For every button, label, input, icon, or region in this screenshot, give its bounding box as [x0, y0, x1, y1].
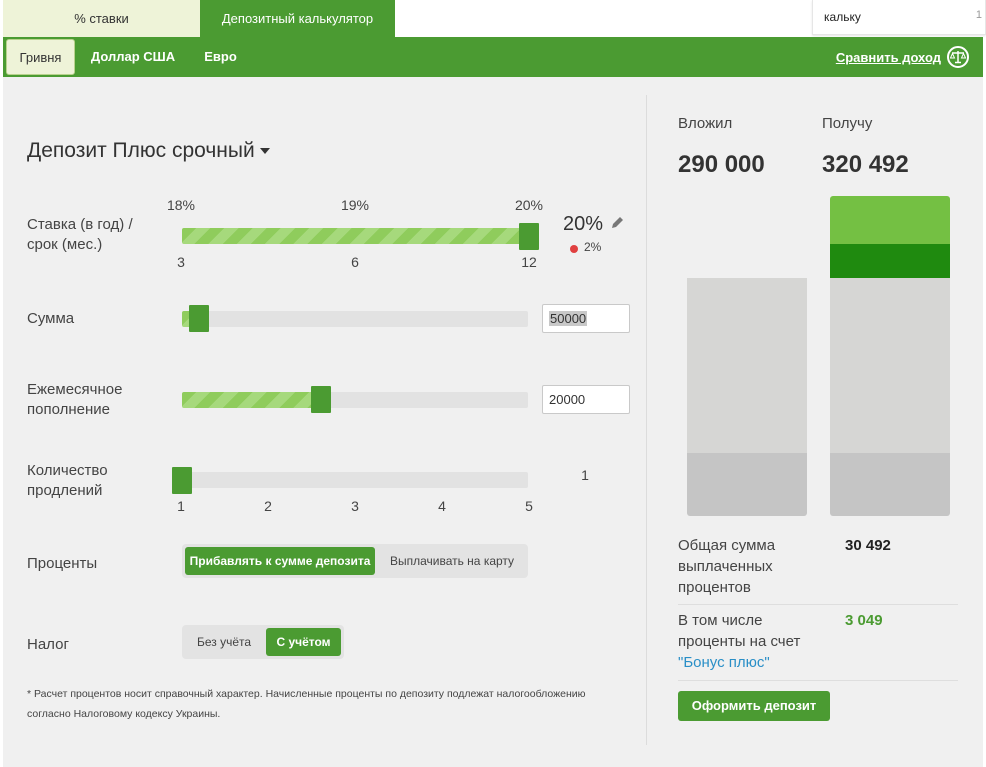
- invested-bar-base: [687, 453, 807, 516]
- interest-add-option[interactable]: Прибавлять к сумме депозита: [185, 547, 375, 575]
- product-selector[interactable]: Депозит Плюс срочный: [27, 139, 270, 163]
- strawberry-icon: [570, 245, 578, 253]
- monthly-label: Ежемесячное пополнение: [27, 380, 122, 420]
- bonus-interest-label: В том числе проценты на счет "Бонус плюс…: [678, 610, 800, 673]
- bonus-line1: В том числе: [678, 612, 763, 629]
- renewals-tick-3: 3: [351, 498, 359, 514]
- renewals-value: 1: [581, 467, 589, 483]
- bonus-rate: 2%: [584, 240, 602, 254]
- search-value: кальку: [824, 10, 861, 24]
- disclaimer-line2: согласно Налоговому кодексу Украины.: [27, 708, 221, 720]
- total-interest-label: Общая сумма выплаченных процентов: [678, 535, 775, 598]
- currency-tab-uah[interactable]: Гривня: [6, 39, 75, 75]
- invested-bar-deposits: [687, 278, 807, 453]
- renewals-label-line1: Количество: [27, 462, 108, 479]
- currency-tab-usd[interactable]: Доллар США: [83, 39, 183, 75]
- renewals-tick-4: 4: [438, 498, 446, 514]
- currency-tab-eur[interactable]: Евро: [193, 39, 248, 75]
- scales-icon: [947, 46, 969, 68]
- invested-label: Вложил: [678, 115, 733, 132]
- renewals-slider-thumb[interactable]: [172, 467, 192, 494]
- search-input[interactable]: кальку 1: [812, 0, 986, 35]
- renewals-slider-track[interactable]: [182, 472, 528, 488]
- disclaimer-line1: * Расчет процентов носит справочный хара…: [27, 688, 586, 700]
- rate-slider-thumb[interactable]: [519, 223, 539, 250]
- tab-rates[interactable]: % ставки: [3, 0, 200, 37]
- rate-tick-top-2: 19%: [340, 197, 370, 213]
- rate-label: Ставка (в год) / срок (мес.): [27, 215, 133, 255]
- rate-value: 20%: [563, 213, 604, 235]
- interest-toggle: Прибавлять к сумме депозита Выплачивать …: [182, 544, 528, 578]
- renewals-tick-2: 2: [264, 498, 272, 514]
- bonus-interest-value: 3 049: [845, 612, 883, 629]
- tax-without-option[interactable]: Без учёта: [185, 628, 263, 656]
- interest-card-option[interactable]: Выплачивать на карту: [378, 547, 526, 575]
- compare-income-label: Сравнить доход: [835, 49, 941, 65]
- rate-slider-fill: [182, 228, 528, 244]
- amount-slider-track[interactable]: [182, 311, 528, 327]
- tax-toggle: Без учёта С учётом: [182, 625, 344, 659]
- pencil-icon[interactable]: [611, 216, 624, 229]
- divider: [678, 680, 958, 681]
- rate-tick-top-1: 18%: [166, 197, 196, 213]
- total-interest-line1: Общая сумма: [678, 537, 776, 554]
- rate-tick-top-3: 20%: [514, 197, 544, 213]
- total-interest-line3: процентов: [678, 579, 751, 596]
- monthly-label-line2: пополнение: [27, 401, 110, 418]
- rate-label-line1: Ставка (в год) /: [27, 216, 133, 233]
- amount-label: Сумма: [27, 310, 75, 327]
- monthly-slider-track[interactable]: [182, 392, 528, 408]
- monthly-slider-thumb[interactable]: [311, 386, 331, 413]
- amount-slider-thumb[interactable]: [189, 305, 209, 332]
- product-name: Депозит Плюс срочный: [27, 139, 255, 162]
- disclaimer-note: * Расчет процентов носит справочный хара…: [27, 684, 627, 724]
- amount-input[interactable]: 50000: [542, 304, 630, 333]
- receive-bar-deposits: [830, 278, 950, 453]
- apply-deposit-button[interactable]: Оформить депозит: [678, 691, 830, 721]
- term-tick-2: 6: [351, 254, 359, 270]
- renewals-tick-5: 5: [525, 498, 533, 514]
- receive-bar-bonus: [830, 244, 950, 278]
- currency-bar: Гривня Доллар США Евро Сравнить доход: [3, 37, 983, 77]
- total-interest-value: 30 492: [845, 537, 891, 554]
- bonus-plus-link[interactable]: "Бонус плюс": [678, 652, 800, 673]
- rate-slider-track[interactable]: [182, 228, 528, 244]
- invested-value: 290 000: [678, 151, 765, 178]
- monthly-slider-fill: [182, 392, 320, 408]
- renewals-tick-1: 1: [177, 498, 185, 514]
- bonus-line2: проценты на счет: [678, 633, 801, 650]
- calculator-panel: Депозит Плюс срочный Ставка (в год) / ср…: [3, 77, 983, 767]
- tax-label: Налог: [27, 636, 69, 653]
- total-interest-line2: выплаченных: [678, 558, 773, 575]
- renewals-label: Количество продлений: [27, 461, 108, 501]
- interest-label: Проценты: [27, 555, 98, 572]
- renewals-label-line2: продлений: [27, 482, 103, 499]
- search-suffix: 1: [975, 9, 982, 21]
- monthly-label-line1: Ежемесячное: [27, 381, 123, 398]
- receive-value: 320 492: [822, 151, 909, 178]
- top-tabs: % ставки Депозитный калькулятор кальку 1: [0, 0, 986, 38]
- amount-input-value: 50000: [549, 311, 588, 326]
- tax-with-option[interactable]: С учётом: [266, 628, 341, 656]
- caret-down-icon: [259, 148, 270, 155]
- divider: [646, 95, 647, 745]
- receive-bar-interest: [830, 196, 950, 244]
- receive-bar-base: [830, 453, 950, 516]
- rate-label-line2: срок (мес.): [27, 236, 103, 253]
- term-tick-3: 12: [521, 254, 537, 270]
- receive-label: Получу: [822, 115, 873, 132]
- divider: [678, 604, 958, 605]
- tab-deposit-calculator[interactable]: Депозитный калькулятор: [200, 0, 395, 37]
- compare-income-link[interactable]: Сравнить доход: [836, 46, 969, 68]
- monthly-input[interactable]: 20000: [542, 385, 630, 414]
- term-tick-1: 3: [177, 254, 185, 270]
